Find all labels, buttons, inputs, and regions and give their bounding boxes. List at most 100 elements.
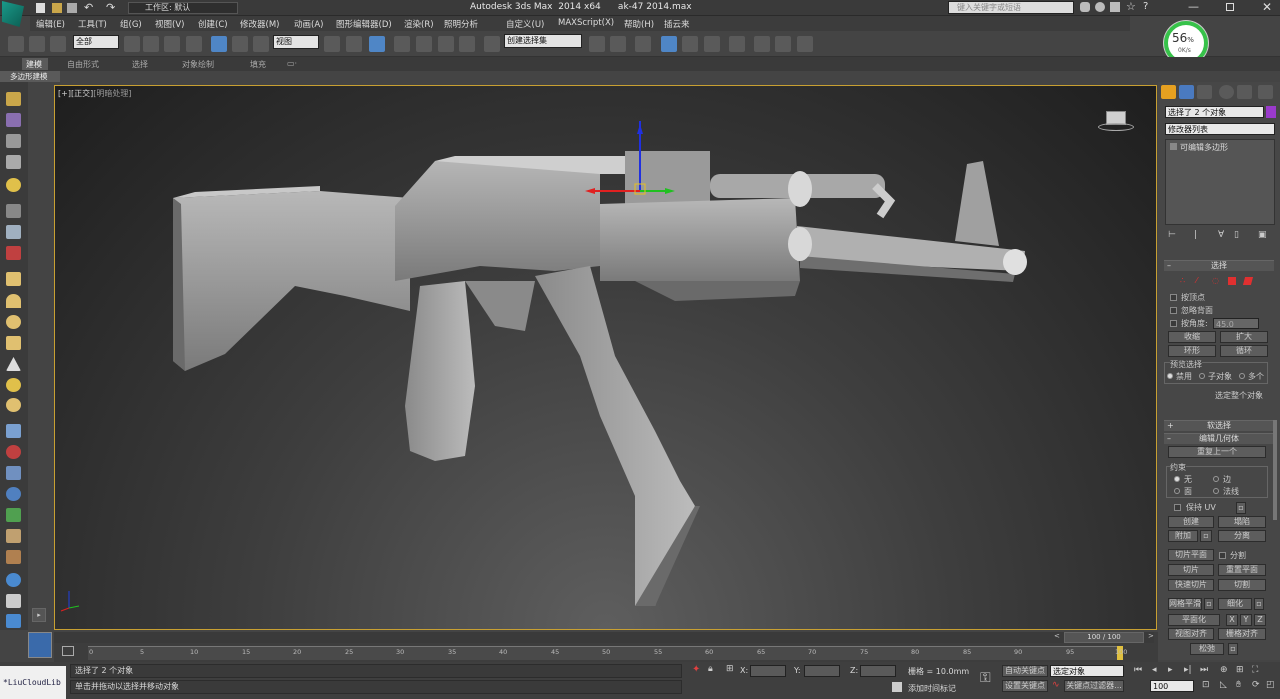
x-coord-field[interactable]: [750, 665, 786, 677]
zoom-icon[interactable]: ⊕: [1220, 665, 1228, 675]
mirror-icon[interactable]: [589, 36, 605, 52]
ring-button[interactable]: 环形: [1168, 345, 1216, 357]
stack-item-toggle-icon[interactable]: [1170, 143, 1177, 150]
constraint-edge-radio[interactable]: [1213, 476, 1219, 482]
vertex-mode-icon[interactable]: ∴: [1180, 276, 1185, 285]
select-manipulate-icon[interactable]: [346, 36, 362, 52]
align-icon[interactable]: [610, 36, 626, 52]
constraint-face-radio[interactable]: [1174, 488, 1180, 494]
meshsmooth-settings-icon[interactable]: ▫: [1204, 598, 1214, 610]
snaps-toggle-icon[interactable]: [394, 36, 410, 52]
window-crossing-icon[interactable]: [186, 36, 202, 52]
detach-button[interactable]: 分离: [1218, 530, 1266, 542]
menu-modifiers[interactable]: 修改器(M): [240, 18, 279, 30]
ribbon-tab-freeform[interactable]: 自由形式: [67, 59, 99, 70]
menu-animation[interactable]: 动画(A): [294, 18, 323, 30]
rect-selection-icon[interactable]: [164, 36, 180, 52]
edit-named-sel-icon[interactable]: [484, 36, 500, 52]
spacewarp-icon[interactable]: [6, 466, 21, 480]
object-color-swatch[interactable]: [1266, 106, 1276, 118]
make-planar-button[interactable]: 平面化: [1168, 614, 1220, 626]
constraint-normal-radio[interactable]: [1213, 488, 1219, 494]
border-mode-icon[interactable]: ◌: [1212, 276, 1219, 285]
material-icon[interactable]: [6, 113, 21, 127]
by-vertex-checkbox[interactable]: [1170, 294, 1177, 301]
menu-help[interactable]: 帮助(H): [624, 18, 654, 30]
configure-sets-icon[interactable]: ▣: [1258, 230, 1267, 240]
left-toolbar-expand-icon[interactable]: ▸: [32, 608, 46, 622]
time-slider-next-icon[interactable]: >: [1148, 632, 1154, 640]
field-of-view-icon[interactable]: ◺: [1220, 680, 1227, 690]
edit-geometry-rollout-header[interactable]: – 编辑几何体: [1164, 433, 1274, 444]
key-selection-dropdown[interactable]: 选定对象: [1050, 665, 1124, 677]
select-by-name-icon[interactable]: [143, 36, 159, 52]
plant-icon[interactable]: [6, 508, 21, 522]
object-name-field[interactable]: 选择了 2 个对象: [1165, 106, 1264, 118]
utilities-tab-icon[interactable]: [1258, 85, 1273, 99]
menu-customize[interactable]: 自定义(U): [506, 18, 544, 30]
ribbon-options-icon[interactable]: ▭·: [287, 59, 297, 68]
polygon-mode-icon[interactable]: [1228, 277, 1236, 285]
relax-settings-icon[interactable]: ▫: [1228, 643, 1238, 655]
quickslice-button[interactable]: 快速切片: [1168, 579, 1214, 591]
modify-tab-icon[interactable]: [1179, 85, 1194, 99]
maxscript-listener[interactable]: *LiuCloudLib: [0, 666, 66, 699]
toggle-ribbon-icon[interactable]: [661, 36, 677, 52]
shrink-button[interactable]: 收缩: [1168, 331, 1216, 343]
display-tab-icon[interactable]: [1237, 85, 1252, 99]
light-icon[interactable]: [6, 178, 21, 192]
edge-mode-icon[interactable]: ⁄: [1196, 276, 1197, 285]
quick-access-new-icon[interactable]: [36, 3, 45, 13]
prev-frame-icon[interactable]: ◂: [1152, 665, 1157, 675]
soft-selection-rollout-header[interactable]: + 软选择: [1164, 420, 1274, 431]
modifier-list-dropdown[interactable]: 修改器列表: [1165, 123, 1275, 135]
constraint-none-radio[interactable]: [1174, 476, 1180, 482]
tool-icon[interactable]: [6, 204, 21, 218]
unlink-icon[interactable]: [29, 36, 45, 52]
ribbon-sub-tab[interactable]: 多边形建模: [10, 71, 48, 82]
menu-create[interactable]: 创建(C): [198, 18, 228, 30]
workspace-dropdown[interactable]: 工作区: 默认: [128, 2, 238, 14]
menu-edit[interactable]: 编辑(E): [36, 18, 65, 30]
make-unique-icon[interactable]: ∀: [1218, 230, 1224, 240]
view-align-button[interactable]: 视图对齐: [1168, 628, 1214, 640]
key-filters-button[interactable]: 关键点过滤器...: [1064, 680, 1124, 692]
command-panel-scrollbar[interactable]: [1273, 420, 1277, 520]
motion-tab-icon[interactable]: [1219, 85, 1234, 99]
play-icon[interactable]: ▸: [1168, 665, 1173, 675]
pan-icon[interactable]: ✋︎: [1236, 680, 1241, 690]
render-icon[interactable]: [6, 246, 21, 260]
collapse-button[interactable]: 塌陷: [1218, 516, 1266, 528]
quick-access-open-icon[interactable]: [52, 3, 62, 13]
auto-key-button[interactable]: 自动关键点: [1002, 665, 1048, 677]
toggle-scene-explorer-icon[interactable]: [635, 36, 651, 52]
repeat-last-button[interactable]: 重复上一个: [1168, 446, 1266, 458]
named-selection-dropdown[interactable]: 创建选择集: [504, 34, 582, 48]
menu-extra[interactable]: 插云来: [664, 18, 690, 30]
reactor-icon[interactable]: [6, 614, 21, 628]
tessellate-button[interactable]: 细化: [1218, 598, 1252, 610]
particle-icon[interactable]: [6, 445, 21, 459]
time-slider-prev-icon[interactable]: <: [1054, 632, 1060, 640]
viewcube-icon[interactable]: [1098, 111, 1134, 133]
dome-icon[interactable]: [6, 294, 21, 308]
ribbon-tab-populate[interactable]: 填充: [250, 59, 266, 70]
create-tab-icon[interactable]: [1161, 85, 1176, 99]
selection-filter-dropdown[interactable]: 全部: [73, 35, 119, 49]
selection-rollout-header[interactable]: – 选择: [1164, 260, 1274, 271]
list-icon[interactable]: [6, 155, 21, 169]
stack-item-editable-poly[interactable]: 可编辑多边形: [1180, 142, 1228, 153]
zoom-all-icon[interactable]: ⊞: [1236, 665, 1244, 675]
angle-spinner[interactable]: 45.0: [1213, 318, 1259, 329]
render-setup-icon[interactable]: [754, 36, 770, 52]
menu-tools[interactable]: 工具(T): [78, 18, 107, 30]
slice-plane-button[interactable]: 切片平面: [1168, 549, 1214, 561]
curve-editor-icon[interactable]: [682, 36, 698, 52]
show-end-result-icon[interactable]: |: [1194, 230, 1197, 240]
lock-selection-icon[interactable]: 🔒︎: [708, 664, 713, 674]
teapot-icon[interactable]: [6, 92, 21, 106]
sun-icon[interactable]: [6, 378, 21, 392]
open-mini-curve-icon[interactable]: [62, 646, 74, 656]
subscription-icon[interactable]: [1095, 2, 1105, 12]
torus-icon[interactable]: [6, 398, 21, 412]
